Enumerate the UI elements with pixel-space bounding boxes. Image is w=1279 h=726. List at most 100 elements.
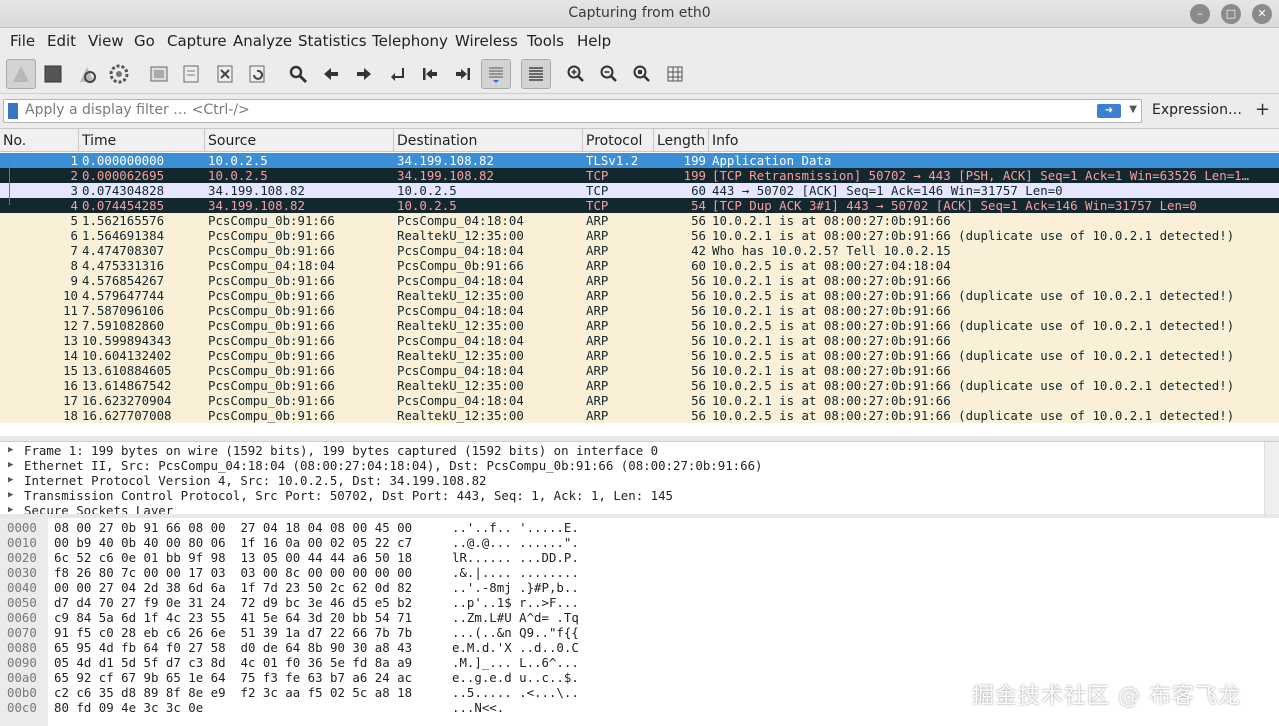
packet-row[interactable]: 11 7.587096106 PcsCompu_0b:91:66 PcsCompu_0… (0, 303, 1279, 318)
packet-no-cell: 3 (70, 183, 78, 198)
column-time[interactable]: Time (78, 129, 116, 151)
packet-row[interactable]: 4 0.074454285 34.199.108.82 10.0.2.5 TCP 54 [T… (0, 198, 1279, 213)
close-file-icon[interactable] (210, 59, 240, 89)
menu-analyze[interactable]: Analyze (233, 32, 292, 50)
first-packet-icon[interactable] (415, 59, 445, 89)
packet-row[interactable]: 8 4.475331316 PcsCompu_04:18:04 PcsCompu_0b… (0, 258, 1279, 273)
chevron-down-icon[interactable]: ▼ (1129, 104, 1137, 115)
expand-triangle-icon[interactable]: ▶ (8, 443, 13, 458)
menu-statistics[interactable]: Statistics (298, 32, 367, 50)
byte-ascii: e.M.d.'X ..d..0.C (452, 640, 579, 655)
column-info[interactable]: Info (708, 129, 739, 151)
open-file-icon[interactable] (144, 59, 174, 89)
packet-len-cell: 60 (691, 258, 706, 273)
bookmark-icon[interactable] (8, 103, 18, 119)
filter-toolbar: Apply a display filter … <Ctrl-/> ➜ ▼ Ex… (0, 94, 1279, 128)
menu-file[interactable]: File (10, 32, 35, 50)
column-destination[interactable]: Destination (393, 129, 477, 151)
packet-len-cell: 199 (683, 168, 706, 183)
menu-telephony[interactable]: Telephony (372, 32, 448, 50)
packet-row[interactable]: 1 0.000000000 10.0.2.5 34.199.108.82 TLSv1.2… (0, 153, 1279, 168)
packet-row[interactable]: 5 1.562165576 PcsCompu_0b:91:66 PcsCompu_04… (0, 213, 1279, 228)
menu-edit[interactable]: Edit (47, 32, 76, 50)
packet-row[interactable]: 14 10.604132402 PcsCompu_0b:91:66 RealtekU_… (0, 348, 1279, 363)
title-bar: Capturing from eth0 – □ ✕ (0, 0, 1279, 28)
byte-offset: 00c0 (7, 700, 37, 715)
byte-hex: d7 d4 70 27 f9 0e 31 24 72 d9 bc 3e 46 d… (54, 595, 413, 610)
detail-frame[interactable]: ▶ Frame 1: 199 bytes on wire (1592 bits)… (0, 443, 1262, 458)
details-scrollbar[interactable] (1264, 442, 1279, 514)
add-filter-button[interactable]: + (1255, 99, 1270, 120)
restart-capture-icon[interactable] (72, 59, 102, 89)
byte-hex: f8 26 80 7c 00 00 17 03 03 00 8c 00 00 0… (54, 565, 413, 580)
menu-capture[interactable]: Capture (167, 32, 227, 50)
packet-row[interactable]: 12 7.591082860 PcsCompu_0b:91:66 RealtekU_1… (0, 318, 1279, 333)
packet-list[interactable]: No. Time Source Destination Protocol Len… (0, 128, 1279, 438)
packet-row[interactable]: 13 10.599894343 PcsCompu_0b:91:66 PcsCompu_… (0, 333, 1279, 348)
go-to-packet-icon[interactable] (383, 59, 413, 89)
packet-info-cell: [TCP Retransmission] 50702 → 443 [PSH, A… (712, 168, 1250, 183)
menu-view[interactable]: View (88, 32, 124, 50)
packet-row[interactable]: 9 4.576854267 PcsCompu_0b:91:66 PcsCompu_04… (0, 273, 1279, 288)
packet-row[interactable]: 7 4.474708307 PcsCompu_0b:91:66 PcsCompu_04… (0, 243, 1279, 258)
last-packet-icon[interactable] (448, 59, 478, 89)
packet-time-cell: 10.604132402 (82, 348, 172, 363)
minimize-icon[interactable]: – (1190, 4, 1210, 24)
colorize-icon[interactable] (521, 59, 551, 89)
byte-hex: 65 95 4d fb 64 f0 27 58 d0 de 64 8b 90 3… (54, 640, 413, 655)
packet-len-cell: 56 (691, 288, 706, 303)
detail-ethernet[interactable]: ▶ Ethernet II, Src: PcsCompu_04:18:04 (0… (0, 458, 1262, 473)
expression-button[interactable]: Expression… (1152, 102, 1242, 118)
packet-no-cell: 6 (70, 228, 78, 243)
packet-row[interactable]: 2 0.000062695 10.0.2.5 34.199.108.82 TCP 199 [… (0, 168, 1279, 183)
byte-ascii: ...(..&n Q9.."f{{ (452, 625, 579, 640)
zoom-out-icon[interactable] (594, 59, 624, 89)
byte-hex: 91 f5 c0 28 eb c6 26 6e 51 39 1a d7 22 6… (54, 625, 413, 640)
packet-row[interactable]: 3 0.074304828 34.199.108.82 10.0.2.5 TCP 60 44… (0, 183, 1279, 198)
packet-info-cell: [TCP Dup ACK 3#1] 443 → 50702 [ACK] Seq=… (712, 198, 1197, 213)
packet-info-cell: 10.0.2.5 is at 08:00:27:0b:91:66 (duplic… (712, 408, 1235, 423)
stop-capture-icon[interactable] (38, 59, 68, 89)
packet-info-cell: 10.0.2.1 is at 08:00:27:0b:91:66 (712, 273, 951, 288)
maximize-icon[interactable]: □ (1221, 4, 1241, 24)
display-filter-input[interactable]: Apply a display filter … <Ctrl-/> ➜ ▼ (3, 99, 1142, 123)
packet-row[interactable]: 18 16.627707008 PcsCompu_0b:91:66 RealtekU_… (0, 408, 1279, 423)
expand-triangle-icon[interactable]: ▶ (8, 488, 13, 503)
go-forward-icon[interactable] (349, 59, 379, 89)
packet-row[interactable]: 17 16.623270904 PcsCompu_0b:91:66 PcsCompu_… (0, 393, 1279, 408)
expand-triangle-icon[interactable]: ▶ (8, 473, 13, 488)
packet-row[interactable]: 16 13.614867542 PcsCompu_0b:91:66 RealtekU_… (0, 378, 1279, 393)
menu-tools[interactable]: Tools (527, 32, 564, 50)
menu-go[interactable]: Go (134, 32, 155, 50)
close-icon[interactable]: ✕ (1252, 4, 1272, 24)
packet-proto-cell: ARP (586, 213, 609, 228)
resize-columns-icon[interactable] (660, 59, 690, 89)
packet-dst-cell: PcsCompu_04:18:04 (397, 363, 524, 378)
reload-icon[interactable] (242, 59, 272, 89)
menu-help[interactable]: Help (577, 32, 611, 50)
auto-scroll-icon[interactable] (481, 59, 511, 89)
find-packet-icon[interactable] (283, 59, 313, 89)
column-length[interactable]: Length (653, 129, 705, 151)
expand-triangle-icon[interactable]: ▶ (8, 458, 13, 473)
capture-options-icon[interactable] (104, 59, 134, 89)
packet-row[interactable]: 15 13.610884605 PcsCompu_0b:91:66 PcsCompu_… (0, 363, 1279, 378)
column-no[interactable]: No. (0, 129, 26, 151)
detail-tcp[interactable]: ▶ Transmission Control Protocol, Src Por… (0, 488, 1262, 503)
packet-details[interactable]: ▶ Frame 1: 199 bytes on wire (1592 bits)… (0, 441, 1279, 515)
save-file-icon[interactable] (176, 59, 206, 89)
packet-row[interactable]: 6 1.564691384 PcsCompu_0b:91:66 RealtekU_12… (0, 228, 1279, 243)
column-protocol[interactable]: Protocol (582, 129, 642, 151)
go-back-icon[interactable] (316, 59, 346, 89)
packet-info-cell: 10.0.2.5 is at 08:00:27:0b:91:66 (duplic… (712, 378, 1235, 393)
menu-wireless[interactable]: Wireless (455, 32, 518, 50)
packet-len-cell: 56 (691, 213, 706, 228)
column-source[interactable]: Source (204, 129, 256, 151)
byte-ascii: ..p'..1$ r..>F... (452, 595, 579, 610)
start-capture-icon[interactable] (6, 59, 36, 89)
apply-filter-icon[interactable]: ➜ (1097, 104, 1121, 118)
normal-size-icon[interactable] (627, 59, 657, 89)
packet-row[interactable]: 10 4.579647744 PcsCompu_0b:91:66 RealtekU_1… (0, 288, 1279, 303)
detail-ip[interactable]: ▶ Internet Protocol Version 4, Src: 10.0… (0, 473, 1262, 488)
zoom-in-icon[interactable] (561, 59, 591, 89)
